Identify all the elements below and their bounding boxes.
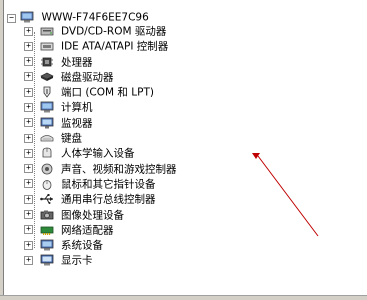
- keyboard-icon: [40, 132, 54, 144]
- window-left-border: [0, 0, 4, 300]
- expand-toggle[interactable]: +: [24, 133, 33, 143]
- tree-item-label: 处理器: [61, 56, 93, 69]
- tree-item-label: 磁盘驱动器: [61, 71, 114, 84]
- tree-item-display-adapters[interactable]: + 显示卡: [8, 253, 177, 268]
- tree-item-label: 计算机: [61, 101, 93, 114]
- expand-toggle[interactable]: +: [24, 210, 33, 220]
- tree-item-dvd-cdrom[interactable]: + DVD/CD-ROM 驱动器: [8, 24, 177, 39]
- expand-toggle[interactable]: +: [24, 72, 33, 82]
- tree-item-imaging[interactable]: + 图像处理设备: [8, 208, 177, 223]
- tree-item-ports[interactable]: + 端口 (COM 和 LPT): [8, 85, 177, 100]
- tree-item-sound-video-game[interactable]: + 声音、视频和游戏控制器: [8, 162, 177, 177]
- system-device-icon: [40, 239, 54, 251]
- expand-toggle[interactable]: +: [24, 225, 33, 235]
- tree-item-label: 系统设备: [61, 239, 103, 252]
- expand-toggle[interactable]: +: [24, 26, 33, 36]
- tree-item-keyboards[interactable]: + 键盘: [8, 131, 177, 146]
- expand-toggle[interactable]: +: [24, 102, 33, 112]
- tree-item-usb[interactable]: + 通用串行总线控制器: [8, 192, 177, 207]
- ide-controller-icon: [40, 40, 54, 52]
- window-bottom-border: [0, 295, 367, 300]
- cdrom-icon: [40, 25, 54, 37]
- tree-item-label: IDE ATA/ATAPI 控制器: [61, 40, 169, 53]
- tree-item-disk-drives[interactable]: + 磁盘驱动器: [8, 70, 177, 85]
- tree-item-label: 声音、视频和游戏控制器: [61, 163, 177, 176]
- port-icon: [40, 86, 54, 98]
- tree-item-monitors[interactable]: + 监视器: [8, 116, 177, 131]
- annotation-line: [257, 155, 319, 237]
- tree-item-network-adapters[interactable]: + 网络适配器: [8, 223, 177, 238]
- imaging-icon: [40, 209, 54, 221]
- tree-item-system-devices[interactable]: + 系统设备: [8, 238, 177, 253]
- tree-item-label: 人体学输入设备: [61, 147, 135, 160]
- expand-toggle[interactable]: +: [24, 41, 33, 51]
- tree-item-computer[interactable]: + 计算机: [8, 100, 177, 115]
- tree-item-label: 图像处理设备: [61, 209, 124, 222]
- expand-toggle[interactable]: +: [24, 240, 33, 250]
- sound-icon: [40, 163, 54, 175]
- expand-toggle[interactable]: +: [24, 87, 33, 97]
- tree-root-label: WWW-F74F6EE7C96: [41, 11, 149, 24]
- tree-root[interactable]: − WWW-F74F6EE7C96: [7, 10, 177, 24]
- expand-toggle[interactable]: +: [24, 118, 33, 128]
- usb-icon: [39, 193, 54, 205]
- network-adapter-icon: [40, 224, 54, 236]
- mouse-icon: [40, 178, 54, 190]
- processor-icon: [40, 56, 54, 68]
- tree-item-label: 键盘: [61, 132, 82, 145]
- collapse-root-toggle[interactable]: −: [7, 14, 16, 23]
- tree-item-label: 网络适配器: [61, 224, 114, 237]
- tree-item-hid[interactable]: + 人体学输入设备: [8, 146, 177, 161]
- computer-icon: [40, 101, 54, 113]
- annotation-arrowhead: [252, 153, 260, 159]
- device-manager-panel: − WWW-F74F6EE7C96 + DVD/CD-ROM 驱动器 + IDE…: [0, 0, 367, 300]
- expand-toggle[interactable]: +: [24, 164, 33, 174]
- computer-icon: [20, 11, 34, 23]
- display-adapter-icon: [40, 254, 54, 266]
- expand-toggle[interactable]: +: [24, 255, 33, 265]
- expand-toggle[interactable]: +: [24, 57, 33, 67]
- expand-toggle[interactable]: +: [24, 194, 33, 204]
- tree-item-label: 监视器: [61, 117, 93, 130]
- tree-item-ide-controller[interactable]: + IDE ATA/ATAPI 控制器: [8, 39, 177, 54]
- device-tree: − WWW-F74F6EE7C96 + DVD/CD-ROM 驱动器 + IDE…: [7, 10, 177, 269]
- tree-item-label: DVD/CD-ROM 驱动器: [61, 25, 167, 38]
- tree-item-mice[interactable]: + 鼠标和其它指针设备: [8, 177, 177, 192]
- tree-item-label: 通用串行总线控制器: [61, 193, 156, 206]
- expand-toggle[interactable]: +: [24, 179, 33, 189]
- tree-item-label: 端口 (COM 和 LPT): [61, 86, 154, 99]
- tree-item-label: 鼠标和其它指针设备: [61, 178, 156, 191]
- tree-item-label: 显示卡: [61, 254, 93, 267]
- tree-item-processor[interactable]: + 处理器: [8, 55, 177, 70]
- hid-icon: [40, 147, 54, 159]
- expand-toggle[interactable]: +: [24, 148, 33, 158]
- monitor-icon: [40, 117, 54, 129]
- disk-drive-icon: [39, 71, 54, 83]
